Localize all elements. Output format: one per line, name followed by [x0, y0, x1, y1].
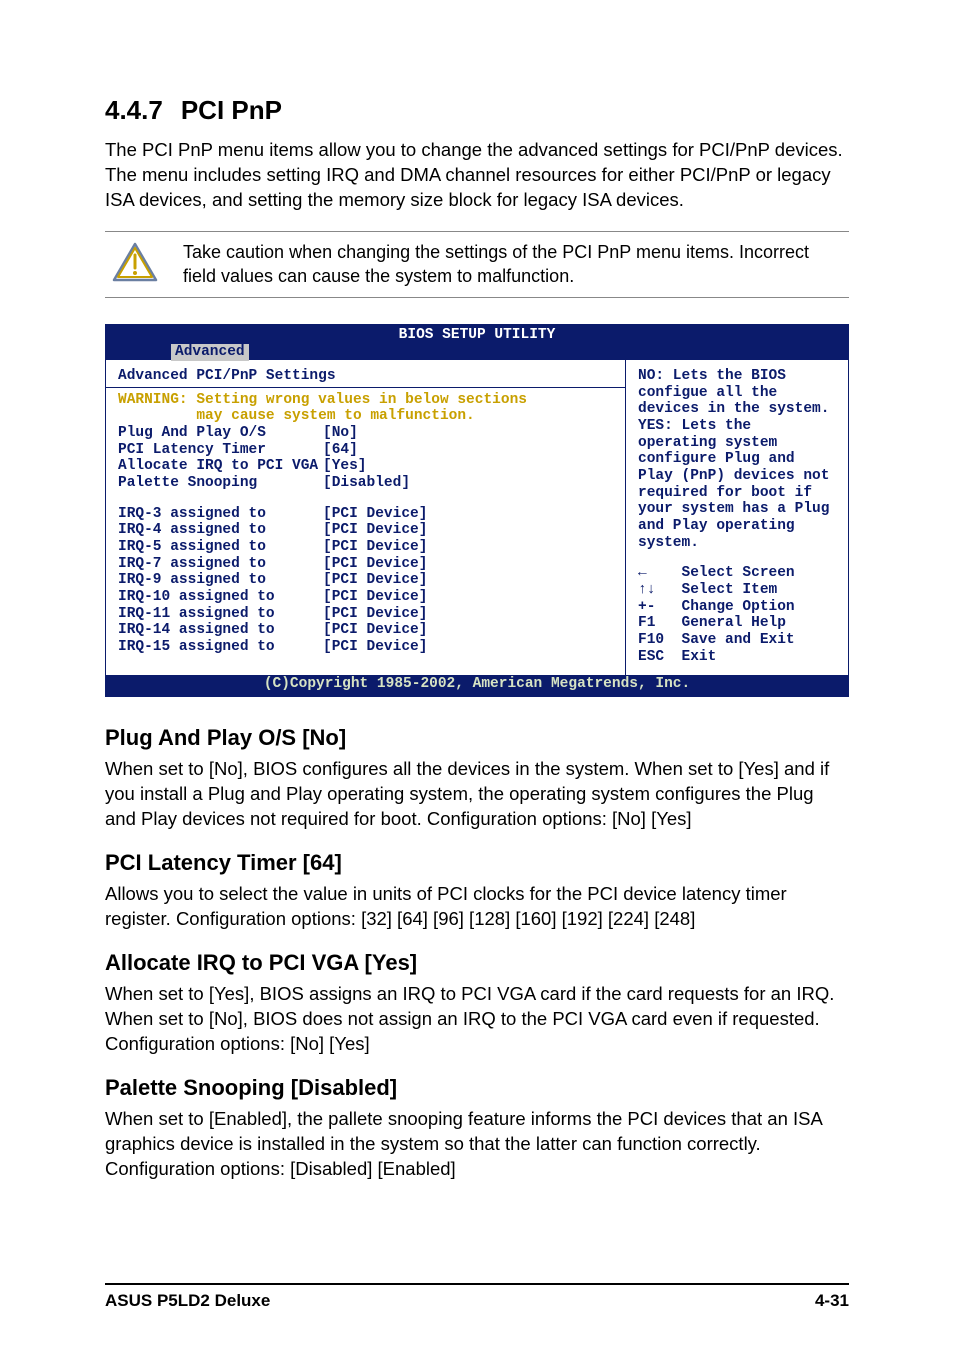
- bios-option-row[interactable]: IRQ-15 assigned to[PCI Device]: [118, 639, 613, 656]
- bios-divider: [106, 387, 625, 388]
- bios-nav-hint: ESC Exit: [638, 649, 838, 666]
- footer-right: 4-31: [815, 1291, 849, 1311]
- bios-nav-hint: +- Change Option: [638, 599, 838, 616]
- page-footer: ASUS P5LD2 Deluxe 4-31: [105, 1283, 849, 1311]
- caution-icon: [105, 240, 165, 284]
- item-heading: PCI Latency Timer [64]: [105, 850, 849, 876]
- bios-nav-hint: ← Select Screen: [638, 565, 838, 582]
- bios-warning: WARNING: Setting wrong values in below s…: [118, 392, 613, 425]
- bios-left-panel: Advanced PCI/PnP Settings WARNING: Setti…: [106, 360, 626, 675]
- bios-option-row[interactable]: IRQ-11 assigned to[PCI Device]: [118, 606, 613, 623]
- bios-option-row[interactable]: IRQ-7 assigned to[PCI Device]: [118, 556, 613, 573]
- section-title: PCI PnP: [181, 95, 282, 125]
- item-body: Allows you to select the value in units …: [105, 882, 849, 932]
- caution-text: Take caution when changing the settings …: [183, 240, 849, 289]
- bios-panel-title: Advanced PCI/PnP Settings: [118, 368, 613, 385]
- intro-paragraph: The PCI PnP menu items allow you to chan…: [105, 138, 849, 213]
- bios-screenshot: BIOS SETUP UTILITY Advanced Advanced PCI…: [105, 324, 849, 697]
- bios-help-text: NO: Lets the BIOS configue all the devic…: [638, 368, 838, 551]
- bios-utility-title: BIOS SETUP UTILITY: [106, 327, 848, 344]
- bios-option-row[interactable]: IRQ-5 assigned to[PCI Device]: [118, 539, 613, 556]
- item-body: When set to [Enabled], the pallete snoop…: [105, 1107, 849, 1182]
- bios-tab-advanced[interactable]: Advanced: [171, 344, 249, 361]
- bios-nav-hint: ↑↓ Select Item: [638, 582, 838, 599]
- bios-option-row[interactable]: IRQ-14 assigned to[PCI Device]: [118, 622, 613, 639]
- bios-help-panel: NO: Lets the BIOS configue all the devic…: [626, 360, 848, 675]
- bios-option-row[interactable]: IRQ-3 assigned to[PCI Device]: [118, 506, 613, 523]
- caution-callout: Take caution when changing the settings …: [105, 231, 849, 298]
- bios-tabs: Advanced: [106, 344, 848, 361]
- bios-option-row[interactable]: Plug And Play O/S[No]: [118, 425, 613, 442]
- item-heading: Allocate IRQ to PCI VGA [Yes]: [105, 950, 849, 976]
- bios-option-row[interactable]: Allocate IRQ to PCI VGA[Yes]: [118, 458, 613, 475]
- bios-option-row[interactable]: PCI Latency Timer[64]: [118, 442, 613, 459]
- item-heading: Plug And Play O/S [No]: [105, 725, 849, 751]
- footer-left: ASUS P5LD2 Deluxe: [105, 1291, 270, 1311]
- section-heading: 4.4.7 PCI PnP: [105, 95, 849, 126]
- bios-option-row[interactable]: IRQ-9 assigned to[PCI Device]: [118, 572, 613, 589]
- bios-nav-hint: F10 Save and Exit: [638, 632, 838, 649]
- bios-copyright: (C)Copyright 1985-2002, American Megatre…: [106, 675, 848, 696]
- item-heading: Palette Snooping [Disabled]: [105, 1075, 849, 1101]
- bios-option-row[interactable]: IRQ-10 assigned to[PCI Device]: [118, 589, 613, 606]
- item-body: When set to [Yes], BIOS assigns an IRQ t…: [105, 982, 849, 1057]
- bios-option-row[interactable]: Palette Snooping[Disabled]: [118, 475, 613, 492]
- bios-header: BIOS SETUP UTILITY Advanced: [106, 325, 848, 360]
- bios-nav-hint: F1 General Help: [638, 615, 838, 632]
- section-number: 4.4.7: [105, 95, 163, 125]
- bios-option-row[interactable]: IRQ-4 assigned to[PCI Device]: [118, 522, 613, 539]
- item-body: When set to [No], BIOS configures all th…: [105, 757, 849, 832]
